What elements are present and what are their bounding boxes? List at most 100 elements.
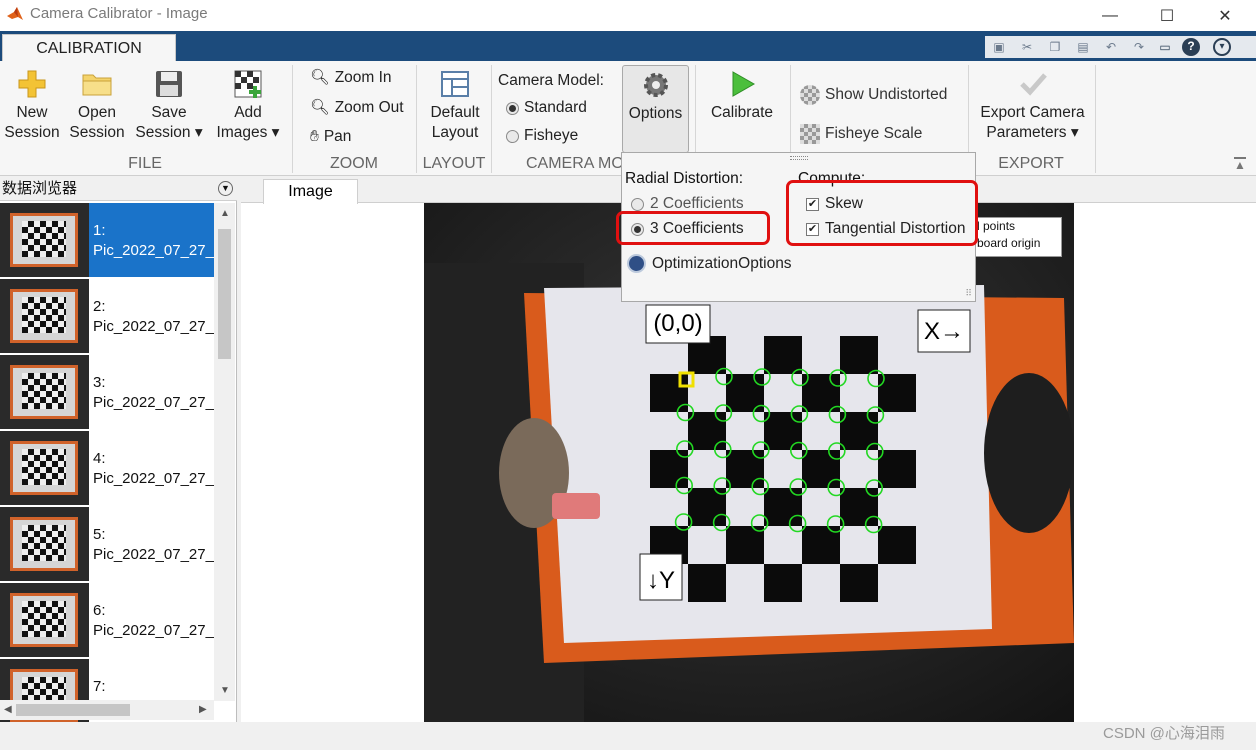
image-thumbnail	[0, 431, 89, 505]
minimize-button[interactable]: —	[1079, 0, 1141, 31]
section-label-file: FILE	[128, 155, 162, 172]
image-filename: Pic_2022_07_27_	[93, 318, 214, 335]
zoom-in-icon: 🔍︎	[310, 69, 330, 86]
radio-unselected-icon	[631, 197, 644, 211]
radio-unselected-icon	[506, 129, 519, 143]
checkerboard-add-icon	[234, 70, 262, 98]
quick-access-toolbar: ▣ ✂ ❐ ▤ ↶ ↷ ▭ ? ▾	[985, 36, 1256, 58]
section-label-zoom: ZOOM	[330, 155, 378, 172]
help-icon[interactable]: ?	[1182, 38, 1200, 56]
image-list-item[interactable]: 5: Pic_2022_07_27_	[0, 507, 214, 581]
pan-button[interactable]: ✋︎ Pan	[310, 128, 351, 146]
scroll-thumb[interactable]	[16, 704, 130, 716]
image-list-item[interactable]: 4: Pic_2022_07_27_	[0, 431, 214, 505]
save-icon[interactable]: ▣	[991, 39, 1007, 55]
export-camera-parameters-button[interactable]: Export Camera Parameters ▾	[975, 69, 1090, 143]
copy-icon[interactable]: ❐	[1047, 39, 1063, 55]
resize-handle-icon[interactable]: ⠿	[965, 288, 972, 299]
show-undistorted-button[interactable]: Show Undistorted	[800, 85, 947, 105]
options-button[interactable]: Options	[622, 65, 689, 153]
scroll-left-icon[interactable]: ◀	[4, 704, 12, 715]
scroll-up-icon[interactable]: ▲	[220, 208, 230, 219]
optimization-settings-icon	[627, 254, 646, 273]
fisheye-scale-button[interactable]: Fisheye Scale	[800, 124, 922, 144]
save-session-button[interactable]: Save Session ▾	[133, 69, 205, 143]
cut-icon[interactable]: ✂	[1019, 39, 1035, 55]
add-images-button[interactable]: Add Images ▾	[212, 69, 284, 143]
radio-selected-icon	[506, 101, 519, 115]
scroll-right-icon[interactable]: ▶	[199, 704, 207, 715]
section-label-layout: LAYOUT	[422, 155, 486, 172]
image-number: 7:	[93, 678, 106, 695]
highlight-compute-annotation	[786, 180, 978, 246]
checker-square	[726, 450, 764, 488]
image-list-item[interactable]: 6: Pic_2022_07_27_	[0, 583, 214, 657]
image-list-item[interactable]: 3: Pic_2022_07_27_	[0, 355, 214, 429]
tab-calibration[interactable]: CALIBRATION	[2, 34, 176, 62]
scroll-down-icon[interactable]: ▼	[220, 685, 230, 696]
open-session-button[interactable]: Open Session	[66, 69, 128, 143]
zoom-out-button[interactable]: 🔍︎ Zoom Out	[310, 98, 404, 117]
maximize-button[interactable]: ☐	[1136, 0, 1198, 31]
folder-icon	[82, 74, 112, 96]
fisheye-radio[interactable]: Fisheye	[506, 127, 578, 145]
paste-icon[interactable]: ▤	[1075, 39, 1091, 55]
gear-icon	[643, 73, 668, 97]
layout-grid-icon	[441, 71, 469, 97]
x-axis-label: X→	[924, 318, 964, 345]
panel-menu-icon[interactable]: ▼	[218, 181, 233, 196]
checkmark-icon	[1019, 73, 1047, 96]
undistorted-checker-icon	[800, 85, 820, 105]
binder-clip	[552, 493, 600, 519]
checker-square	[764, 412, 802, 450]
checker-square	[878, 450, 916, 488]
undo-icon[interactable]: ↶	[1103, 39, 1119, 55]
ribbon-tab-strip: CALIBRATION ▣ ✂ ❐ ▤ ↶ ↷ ▭ ? ▾	[0, 31, 1256, 62]
data-browser-header: 数据浏览器 ▼	[0, 177, 237, 201]
window-layout-icon[interactable]: ▭	[1157, 39, 1173, 55]
image-filename: Pic_2022_07_27_	[93, 394, 214, 411]
standard-radio[interactable]: Standard	[506, 99, 587, 117]
checker-square	[840, 336, 878, 374]
data-browser-panel: 数据浏览器 ▼ 1: Pic_2022_07_27_ 2: Pic_2022_07_2…	[0, 177, 237, 733]
default-layout-button[interactable]: Default Layout	[420, 69, 490, 143]
section-label-export: EXPORT	[998, 155, 1064, 172]
redo-icon[interactable]: ↷	[1131, 39, 1147, 55]
horizontal-scrollbar[interactable]: ◀ ▶	[0, 700, 214, 720]
y-axis-label: ↓Y	[647, 567, 675, 594]
checker-square	[688, 564, 726, 602]
radial-distortion-label: Radial Distortion:	[625, 170, 744, 187]
checker-square	[840, 564, 878, 602]
collapse-icon[interactable]: ▾	[1213, 38, 1231, 56]
window-title: Camera Calibrator - Image	[30, 5, 208, 22]
camera-model-label: Camera Model:	[498, 72, 604, 89]
image-thumbnail	[0, 203, 89, 277]
image-thumbnail	[0, 279, 89, 353]
image-list-item[interactable]: 1: Pic_2022_07_27_	[0, 203, 214, 277]
vertical-scrollbar[interactable]: ▲ ▼	[214, 203, 235, 701]
close-button[interactable]: ✕	[1194, 0, 1256, 31]
legend-item-detected-points: d points	[973, 219, 1016, 233]
image-filename: Pic_2022_07_27_	[93, 546, 214, 563]
image-list-item[interactable]: 2: Pic_2022_07_27_	[0, 279, 214, 353]
optimization-options-button[interactable]: OptimizationOptions	[627, 254, 792, 273]
right-clip	[984, 373, 1074, 533]
matlab-logo-icon	[7, 7, 23, 20]
tab-image[interactable]: Image	[263, 179, 358, 204]
zoom-in-button[interactable]: 🔍︎ Zoom In	[310, 68, 392, 87]
watermark-text: CSDN @心海泪雨	[1103, 725, 1225, 742]
new-session-button[interactable]: New Session	[2, 69, 62, 143]
image-thumbnail	[0, 507, 89, 581]
calibrate-button[interactable]: Calibrate	[705, 69, 779, 123]
checker-square	[878, 526, 916, 564]
collapse-toolstrip-icon[interactable]: ▲	[1234, 157, 1246, 171]
scroll-thumb[interactable]	[218, 229, 231, 359]
checker-square	[650, 450, 688, 488]
plus-icon	[18, 70, 46, 98]
zoom-out-icon: 🔍︎	[310, 99, 330, 116]
fisheye-checker-icon	[800, 124, 820, 144]
image-filename: Pic_2022_07_27_	[93, 470, 214, 487]
play-icon	[732, 71, 756, 97]
divider	[1095, 65, 1096, 173]
title-bar: Camera Calibrator - Image — ☐ ✕	[0, 0, 1256, 31]
